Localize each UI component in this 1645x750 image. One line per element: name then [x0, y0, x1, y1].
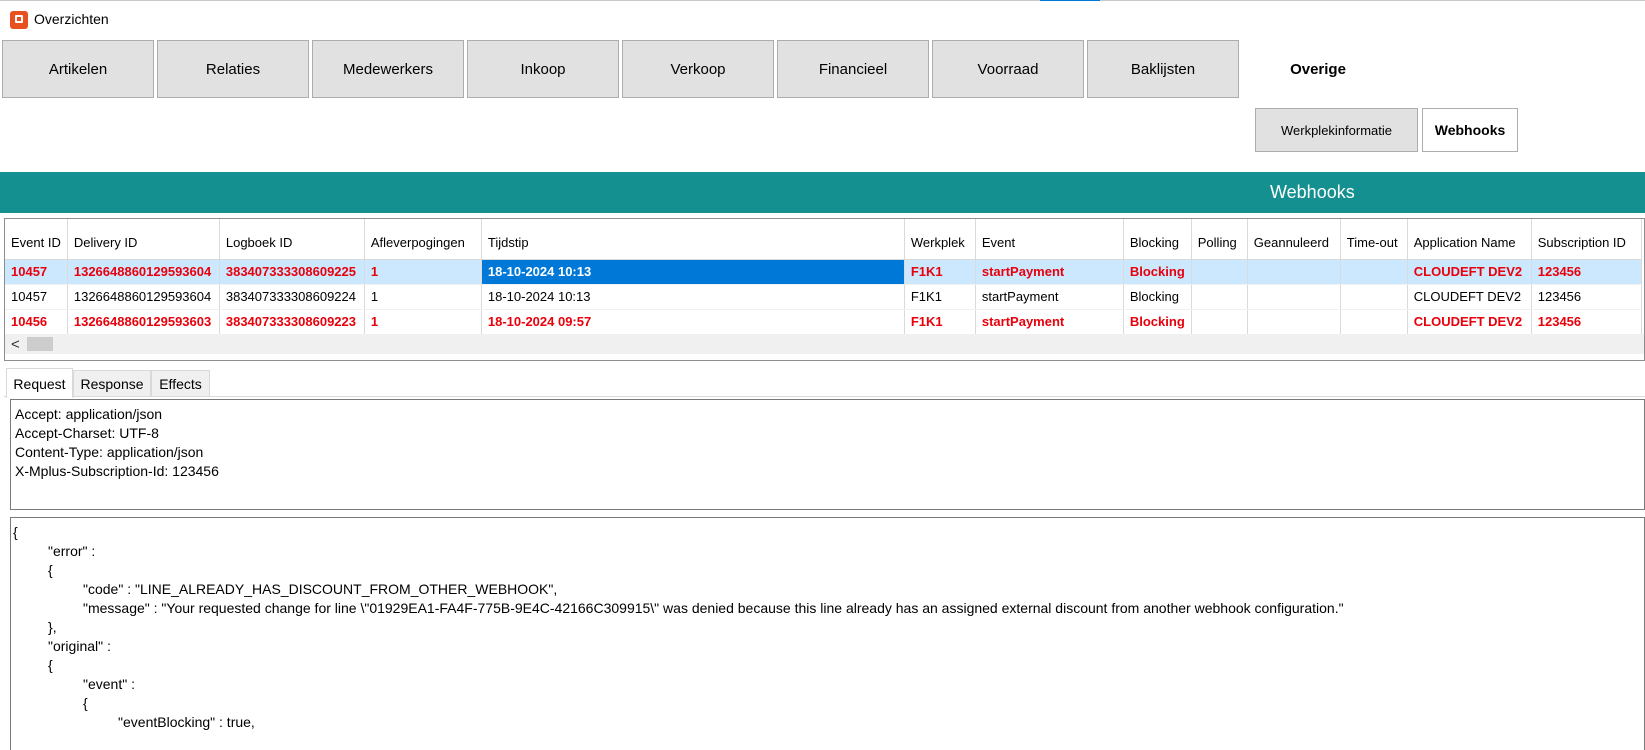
header-line: Accept-Charset: UTF-8: [15, 425, 159, 441]
column-header-logboek-id[interactable]: Logboek ID: [219, 219, 365, 260]
cell-geannuleerd[interactable]: [1247, 259, 1341, 285]
nav-tab-medewerkers[interactable]: Medewerkers: [312, 40, 464, 98]
cell-event[interactable]: startPayment: [975, 309, 1124, 335]
cell-time-out[interactable]: [1340, 309, 1408, 335]
column-header-polling[interactable]: Polling: [1191, 219, 1248, 260]
cell-event-id[interactable]: 10457: [5, 259, 68, 285]
cell-event-id[interactable]: 10457: [5, 284, 68, 310]
nav-tab-artikelen[interactable]: Artikelen: [2, 40, 154, 98]
cell-tijdstip[interactable]: 18-10-2024 10:13: [481, 284, 905, 310]
cell-afleverpogingen[interactable]: 1: [364, 259, 482, 285]
request-body-textbox[interactable]: { "error" : { "code" : "LINE_ALREADY_HAS…: [10, 517, 1645, 750]
cell-polling[interactable]: [1191, 309, 1248, 335]
cell-logboek-id[interactable]: 383407333308609225: [219, 259, 365, 285]
column-header-geannuleerd[interactable]: Geannuleerd: [1247, 219, 1341, 260]
nav-tab-overige[interactable]: Overige: [1242, 40, 1394, 98]
tab-response[interactable]: Response: [73, 370, 151, 397]
cell-polling[interactable]: [1191, 259, 1248, 285]
title-bar: Overzichten: [0, 1, 1645, 35]
body-line: "error" :: [13, 543, 96, 559]
webhooks-grid[interactable]: Event ID Delivery ID Logboek ID Afleverp…: [4, 218, 1645, 361]
scrollbar-thumb[interactable]: [27, 337, 53, 351]
cell-event[interactable]: startPayment: [975, 284, 1124, 310]
cell-werkplek[interactable]: F1K1: [904, 309, 976, 335]
cell-blocking[interactable]: Blocking: [1123, 259, 1192, 285]
column-header-werkplek[interactable]: Werkplek: [904, 219, 976, 260]
column-header-event[interactable]: Event: [975, 219, 1124, 260]
body-line: "original" :: [13, 638, 111, 654]
tab-effects[interactable]: Effects: [151, 370, 210, 397]
nav-tab-voorraad[interactable]: Voorraad: [932, 40, 1084, 98]
window-title: Overzichten: [34, 11, 109, 27]
body-line: {: [13, 562, 53, 578]
nav-tab-financieel[interactable]: Financieel: [777, 40, 929, 98]
header-line: X-Mplus-Subscription-Id: 123456: [15, 463, 219, 479]
body-line: {: [13, 695, 88, 711]
column-header-time-out[interactable]: Time-out: [1340, 219, 1408, 260]
webhooks-table: Event ID Delivery ID Logboek ID Afleverp…: [5, 219, 1642, 335]
cell-subscription-id[interactable]: 123456: [1531, 259, 1642, 285]
table-header-row: Event ID Delivery ID Logboek ID Afleverp…: [5, 219, 1642, 260]
cell-afleverpogingen[interactable]: 1: [364, 284, 482, 310]
column-header-application-name[interactable]: Application Name: [1407, 219, 1532, 260]
cell-blocking[interactable]: Blocking: [1123, 309, 1192, 335]
nav-tab-verkoop[interactable]: Verkoop: [622, 40, 774, 98]
horizontal-scrollbar[interactable]: <: [5, 334, 1644, 354]
cell-delivery-id[interactable]: 1326648860129593604: [67, 284, 220, 310]
header-line: Content-Type: application/json: [15, 444, 204, 460]
table-row[interactable]: 10456 1326648860129593603 38340733330860…: [5, 309, 1642, 335]
section-header: Webhooks: [0, 172, 1645, 213]
cell-logboek-id[interactable]: 383407333308609224: [219, 284, 365, 310]
column-header-subscription-id[interactable]: Subscription ID: [1531, 219, 1642, 260]
cell-tijdstip[interactable]: 18-10-2024 10:13: [481, 259, 905, 285]
cell-logboek-id[interactable]: 383407333308609223: [219, 309, 365, 335]
request-headers-textbox[interactable]: Accept: application/json Accept-Charset:…: [10, 399, 1645, 510]
column-header-event-id[interactable]: Event ID: [5, 219, 68, 260]
nav-tab-baklijsten[interactable]: Baklijsten: [1087, 40, 1239, 98]
cell-time-out[interactable]: [1340, 284, 1408, 310]
column-header-blocking[interactable]: Blocking: [1123, 219, 1192, 260]
tab-request[interactable]: Request: [6, 368, 73, 398]
subtab-webhooks[interactable]: Webhooks: [1422, 108, 1518, 152]
tab-strip-divider: [4, 396, 1645, 397]
column-header-afleverpogingen[interactable]: Afleverpogingen: [364, 219, 482, 260]
body-line: "eventBlocking" : true,: [13, 714, 255, 730]
body-line: },: [13, 619, 57, 635]
cell-delivery-id[interactable]: 1326648860129593604: [67, 259, 220, 285]
body-line: {: [13, 657, 53, 673]
body-line: "code" : "LINE_ALREADY_HAS_DISCOUNT_FROM…: [13, 581, 558, 597]
table-row[interactable]: 10457 1326648860129593604 38340733330860…: [5, 284, 1642, 310]
app-icon: [10, 11, 28, 29]
cell-afleverpogingen[interactable]: 1: [364, 309, 482, 335]
cell-subscription-id[interactable]: 123456: [1531, 284, 1642, 310]
cell-tijdstip[interactable]: 18-10-2024 09:57: [481, 309, 905, 335]
cell-application-name[interactable]: CLOUDEFT DEV2: [1407, 259, 1532, 285]
cell-event-id[interactable]: 10456: [5, 309, 68, 335]
column-header-tijdstip[interactable]: Tijdstip: [481, 219, 905, 260]
cell-subscription-id[interactable]: 123456: [1531, 309, 1642, 335]
cell-polling[interactable]: [1191, 284, 1248, 310]
cell-werkplek[interactable]: F1K1: [904, 259, 976, 285]
body-line: "message" : "Your requested change for l…: [13, 600, 1344, 616]
section-title: Webhooks: [1270, 182, 1355, 202]
subtab-werkplekinformatie[interactable]: Werkplekinformatie: [1255, 108, 1418, 152]
cell-geannuleerd[interactable]: [1247, 309, 1341, 335]
cell-event[interactable]: startPayment: [975, 259, 1124, 285]
body-line: "event" :: [13, 676, 135, 692]
cell-werkplek[interactable]: F1K1: [904, 284, 976, 310]
cell-application-name[interactable]: CLOUDEFT DEV2: [1407, 309, 1532, 335]
body-line: {: [13, 524, 18, 540]
header-line: Accept: application/json: [15, 406, 163, 422]
scroll-left-icon[interactable]: <: [11, 336, 20, 353]
cell-delivery-id[interactable]: 1326648860129593603: [67, 309, 220, 335]
cell-application-name[interactable]: CLOUDEFT DEV2: [1407, 284, 1532, 310]
cell-blocking[interactable]: Blocking: [1123, 284, 1192, 310]
table-row[interactable]: 10457 1326648860129593604 38340733330860…: [5, 259, 1642, 285]
cell-time-out[interactable]: [1340, 259, 1408, 285]
column-header-delivery-id[interactable]: Delivery ID: [67, 219, 220, 260]
nav-tab-relaties[interactable]: Relaties: [157, 40, 309, 98]
nav-tab-inkoop[interactable]: Inkoop: [467, 40, 619, 98]
cell-geannuleerd[interactable]: [1247, 284, 1341, 310]
